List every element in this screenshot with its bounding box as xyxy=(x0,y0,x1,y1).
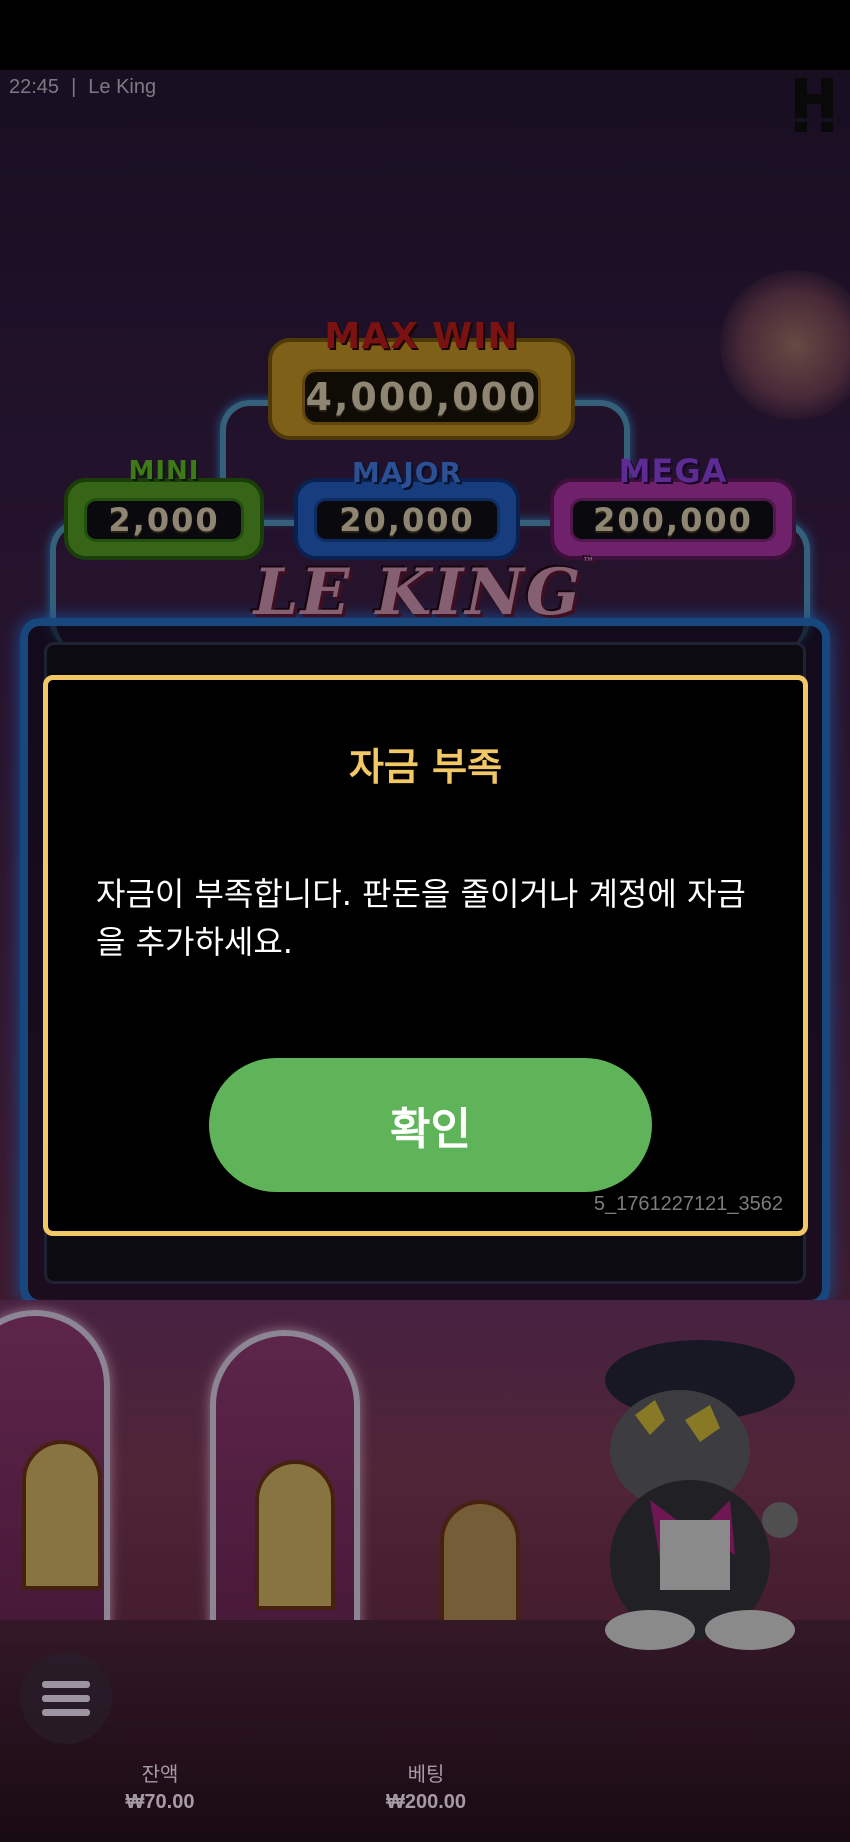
balance-display: 잔액 ₩70.00 xyxy=(110,1758,210,1814)
balance-label: 잔액 xyxy=(141,1764,179,1786)
bet-label: 베팅 xyxy=(407,1764,445,1786)
menu-button[interactable] xyxy=(20,1652,112,1744)
bet-value: ₩200.00 xyxy=(385,1791,467,1813)
game-screen: 22:45 | Le King MAX WIN 4,000,000 MINI 2,0… xyxy=(0,0,850,1842)
bet-display[interactable]: 베팅 ₩200.00 xyxy=(372,1758,480,1814)
balance-value: ₩70.00 xyxy=(125,1791,195,1813)
hamburger-menu-icon xyxy=(42,1694,90,1702)
insufficient-funds-dialog: 자금 부족 자금이 부족합니다. 판돈을 줄이거나 계정에 자금을 추가하세요.… xyxy=(43,675,808,1236)
session-code: 5_1761227121_3562 xyxy=(593,1193,783,1215)
hamburger-menu-icon xyxy=(42,1708,90,1716)
dialog-title: 자금 부족 xyxy=(348,745,503,789)
dialog-message: 자금이 부족합니다. 판돈을 줄이거나 계정에 자금을 추가하세요. xyxy=(96,875,746,961)
confirm-button[interactable]: 확인 xyxy=(209,1058,652,1192)
hamburger-menu-icon xyxy=(42,1680,90,1688)
